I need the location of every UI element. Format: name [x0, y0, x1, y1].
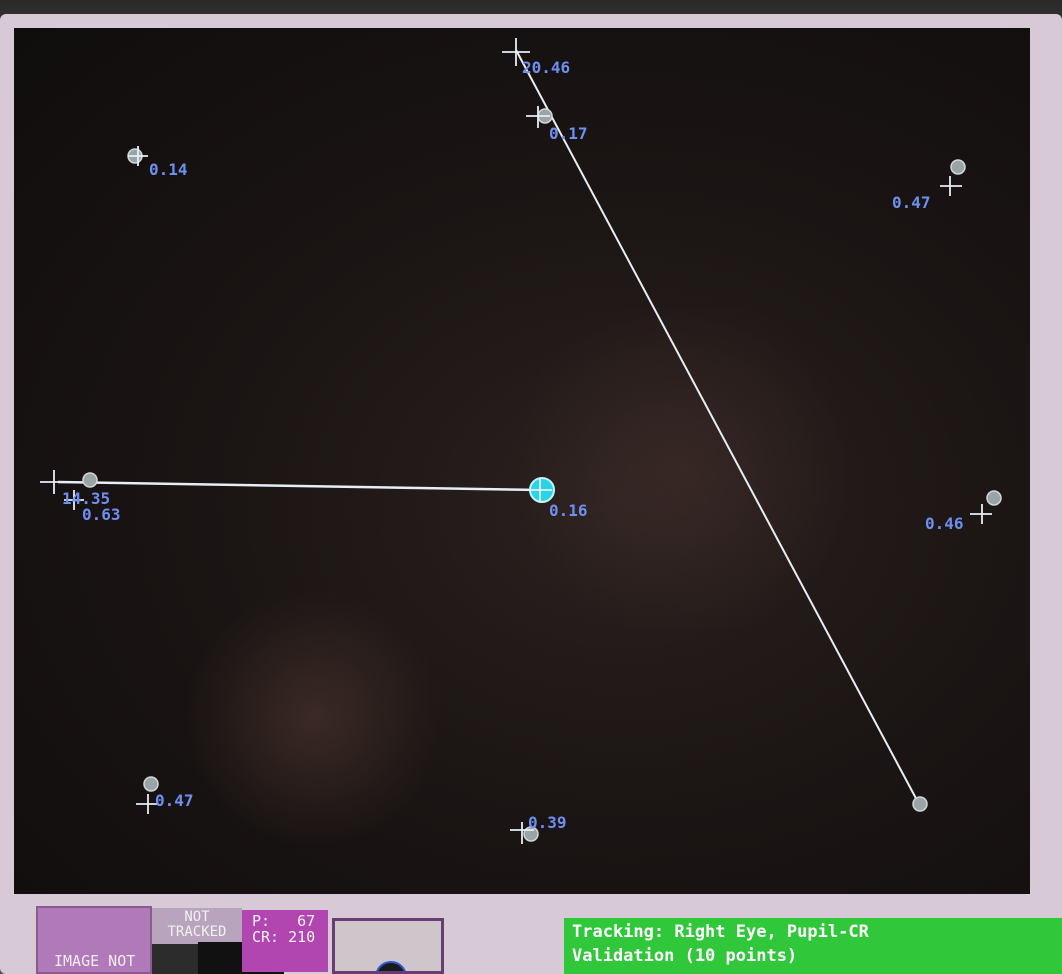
- image-not-panel: IMAGE NOT: [36, 906, 152, 974]
- eye-camera-thumbnail[interactable]: [332, 918, 444, 974]
- accuracy-label: 0.16: [549, 501, 588, 520]
- accuracy-label: 0.46: [925, 514, 964, 533]
- accuracy-label: 0.63: [82, 505, 121, 524]
- validation-overlay: 0.14 0.17 20.46 0.47 14.35 0.63 0.16 0.4…: [40, 38, 1002, 844]
- status-bar: IMAGE NOT NOT TRACKED P: 67 CR: 210 Trac…: [30, 902, 1062, 974]
- accuracy-label: 0.17: [549, 124, 588, 143]
- p-row: P: 67: [252, 914, 315, 929]
- tracking-status-panel: Tracking: Right Eye, Pupil-CR Validation…: [564, 918, 1062, 974]
- gaze-crosshair: [128, 146, 148, 166]
- target-dot: [143, 776, 159, 792]
- cr-row: CR: 210: [252, 930, 315, 945]
- accuracy-label: 0.47: [892, 193, 931, 212]
- target-dot: [986, 490, 1002, 506]
- target-dot: [912, 796, 928, 812]
- target-dot: [82, 472, 98, 488]
- target-dot: [950, 159, 966, 175]
- calibration-display: 0.14 0.17 20.46 0.47 14.35 0.63 0.16 0.4…: [14, 28, 1030, 894]
- accuracy-label: 20.46: [522, 58, 570, 77]
- not-tracked-line: NOT: [184, 909, 210, 925]
- validation-line: Validation (10 points): [572, 946, 798, 966]
- gaze-crosshair: [970, 504, 992, 524]
- pupil-cr-panel: P: 67 CR: 210: [242, 910, 328, 972]
- not-tracked-label: NOT TRACKED: [152, 908, 242, 944]
- accuracy-label: 0.47: [155, 791, 194, 810]
- accuracy-label: 0.14: [149, 160, 188, 179]
- pupil-marker: [375, 961, 407, 971]
- gaze-trace-line: [515, 49, 920, 805]
- image-not-label: IMAGE NOT: [54, 952, 136, 970]
- tracking-line: Tracking: Right Eye, Pupil-CR: [572, 922, 869, 942]
- not-tracked-line: TRACKED: [167, 924, 227, 940]
- cr-label: CR:: [252, 928, 280, 946]
- cr-value: 210: [288, 928, 316, 946]
- gaze-trace-line: [57, 480, 542, 492]
- not-tracked-panel: NOT TRACKED: [152, 908, 284, 974]
- accuracy-label: 0.39: [528, 813, 567, 832]
- gaze-crosshair: [940, 176, 962, 196]
